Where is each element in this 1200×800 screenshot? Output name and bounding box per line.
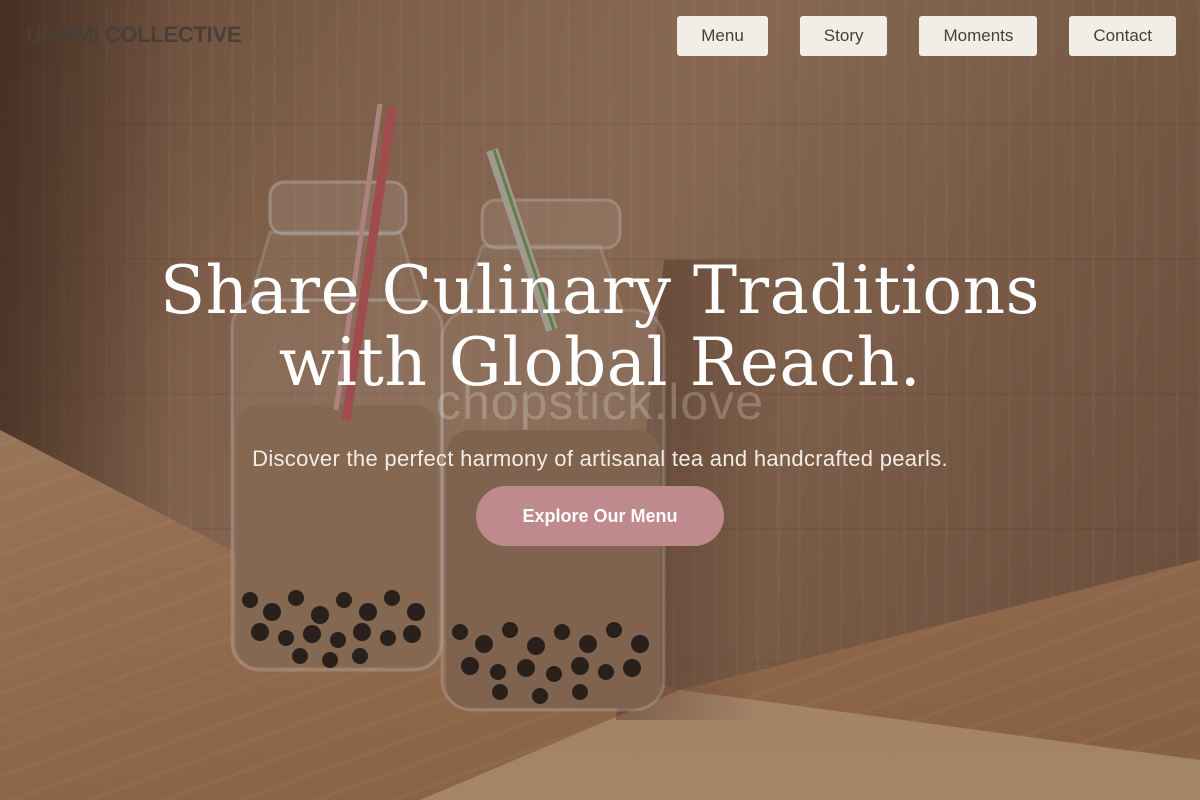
hero-headline-line2: with Global Reach. — [278, 324, 922, 401]
hero-subheadline: Discover the perfect harmony of artisana… — [252, 446, 948, 471]
main-nav: Menu Story Moments Contact — [677, 16, 1176, 56]
hero-headline-line1: Share Culinary Traditions — [159, 252, 1041, 329]
nav-story-button[interactable]: Story — [799, 16, 888, 56]
nav-moments-button[interactable]: Moments — [919, 16, 1038, 56]
explore-menu-button[interactable]: Explore Our Menu — [476, 486, 724, 546]
brand-logo[interactable]: UMAMI COLLECTIVE — [26, 22, 242, 48]
hero-content: Share Culinary Traditions with Global Re… — [0, 255, 1200, 399]
hero-headline: Share Culinary Traditions with Global Re… — [0, 255, 1200, 399]
nav-contact-button[interactable]: Contact — [1069, 16, 1176, 56]
nav-menu-button[interactable]: Menu — [677, 16, 768, 56]
